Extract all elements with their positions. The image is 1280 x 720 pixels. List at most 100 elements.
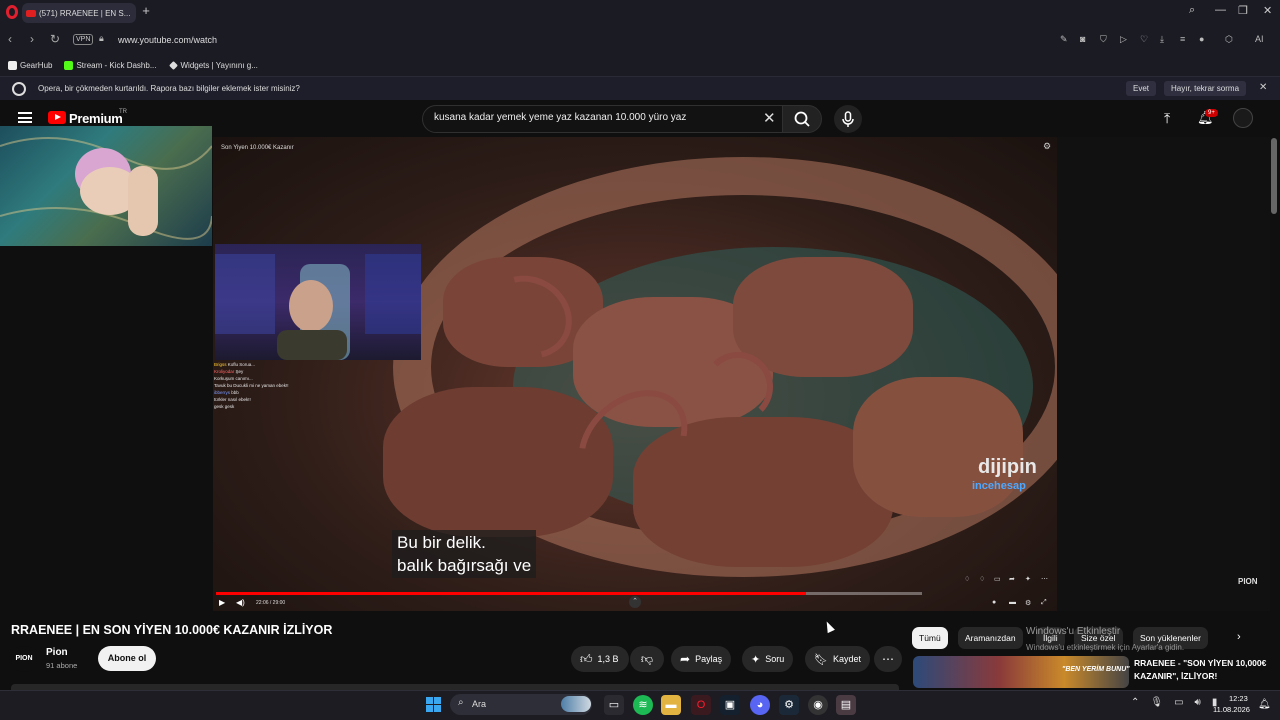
autoplay-icon[interactable]: ● — [992, 599, 996, 606]
like-button[interactable]: 👍︎ 1,3 B — [571, 646, 629, 672]
remix-overlay-icon[interactable]: ✦ — [1025, 575, 1031, 583]
profile-icon[interactable]: ● — [1199, 34, 1204, 44]
back-button[interactable]: ‹ — [8, 32, 12, 46]
app-taskbar-icon[interactable]: ▣ — [720, 695, 740, 715]
volume-icon[interactable]: ◀) — [236, 598, 245, 607]
search-query-text[interactable]: kusana kadar yemek yeme yaz kazanan 10.0… — [434, 112, 686, 123]
account-avatar[interactable] — [1233, 108, 1253, 128]
chat-username: Kroliyodar — [214, 369, 235, 374]
snapshot-icon[interactable]: ✎ — [1060, 34, 1068, 45]
bookmark-widgets[interactable]: Widgets | Yayınını g... — [168, 60, 258, 70]
chat-text: Tavuk bu Ducukli mi ne yaman ebek!! — [214, 383, 289, 388]
comment-overlay-icon[interactable]: ▭ — [994, 575, 1001, 583]
play-icon[interactable]: ▶ — [219, 598, 225, 607]
fullscreen-icon[interactable]: ⤢ — [1041, 599, 1047, 607]
lock-icon[interactable]: 🔒︎ — [99, 33, 104, 44]
page-scrollbar[interactable] — [1271, 138, 1277, 214]
taskbar-widget-icon[interactable] — [561, 696, 591, 712]
video-title: RRAENEE | EN SON YİYEN 10.000€ KAZANIR İ… — [11, 623, 333, 637]
player-icon[interactable]: ▷ — [1120, 34, 1127, 45]
handcam-image — [0, 137, 212, 240]
opera-menu-icon[interactable] — [6, 5, 18, 19]
channel-avatar[interactable]: PION — [11, 646, 37, 672]
youtube-logo-icon[interactable] — [48, 111, 66, 124]
dislike-overlay-icon[interactable]: ♢ — [979, 575, 985, 583]
search-tabs-icon[interactable]: ⌕ — [1189, 4, 1195, 17]
chip-from-search[interactable]: Aramanızdan — [958, 627, 1023, 649]
bookmark-label: Widgets | Yayınını g... — [180, 60, 258, 70]
download-icon[interactable]: ⤓ — [1160, 34, 1164, 45]
share-button[interactable]: ➦ Paylaş — [671, 646, 732, 672]
chip-all[interactable]: Tümü — [912, 627, 948, 649]
voice-search-button[interactable] — [834, 105, 862, 133]
bookmark-label: GearHub — [20, 60, 53, 70]
vpn-badge[interactable]: VPN — [73, 34, 94, 45]
shield-icon[interactable]: ⛉ — [1100, 34, 1107, 45]
crash-recovery-infobar: Opera, bir çökmeden kurtarıldı. Rapora b… — [0, 76, 1280, 100]
share-label: Paylaş — [695, 654, 723, 664]
chevron-up-icon[interactable]: ⌃ — [629, 596, 641, 608]
extensions-icon[interactable]: ⬡ — [1225, 34, 1233, 45]
obs-icon[interactable]: ◉ — [808, 695, 828, 715]
file-explorer-icon[interactable]: ▬ — [661, 695, 681, 715]
browser-tab-youtube[interactable]: (571) RRAENEE | EN S... — [22, 3, 136, 23]
youtube-premium-logo[interactable]: Premium — [69, 111, 123, 126]
taskbar-clock-date[interactable]: 11.08.2026 — [1213, 705, 1250, 714]
settings-gear-icon[interactable]: ⚙ — [1025, 599, 1031, 607]
captions-icon[interactable]: ▬ — [1009, 599, 1016, 606]
more-actions-button[interactable]: ⋯ — [874, 646, 902, 672]
save-button[interactable]: 🔖︎ Kaydet — [805, 646, 870, 672]
search-button[interactable] — [782, 105, 822, 133]
clear-search-icon[interactable]: ✕ — [763, 109, 776, 127]
chat-text: gesk gesk — [214, 404, 235, 409]
subscribe-button[interactable]: Abone ol — [98, 646, 156, 671]
restore-button[interactable]: ❐ — [1238, 4, 1248, 17]
upload-icon[interactable]: ⤒ — [1164, 110, 1170, 127]
share-overlay-icon[interactable]: ➦ — [1009, 575, 1015, 583]
opera-taskbar-icon[interactable]: O — [691, 695, 711, 715]
url-field[interactable]: www.youtube.com/watch — [118, 35, 217, 45]
video-settings-icon[interactable]: ⚙ — [1043, 141, 1051, 152]
active-app-icon[interactable]: ▤ — [836, 695, 856, 715]
chat-text: bbb — [231, 390, 239, 395]
minimize-button[interactable]: — — [1215, 4, 1226, 16]
notification-center-icon[interactable]: 🔔︎ — [1258, 699, 1271, 710]
chevron-right-icon[interactable]: › — [1237, 631, 1241, 643]
camera-icon[interactable]: ◙ — [1080, 34, 1085, 44]
forward-button[interactable]: › — [30, 32, 34, 46]
guide-menu-icon[interactable] — [18, 112, 32, 123]
ask-button[interactable]: ✦ Soru — [742, 646, 794, 672]
volume-tray-icon[interactable]: 🔊︎ — [1195, 697, 1201, 708]
video-subtitles: Bu bir delik. balık bağırsağı ve — [392, 530, 537, 578]
network-icon[interactable]: ▭ — [1174, 697, 1183, 708]
infobar-no-button[interactable]: Hayır, tekrar sorma — [1164, 81, 1247, 96]
sparkle-icon: ✦ — [751, 653, 761, 666]
like-overlay-icon[interactable]: ♢ — [964, 575, 970, 583]
menu-icon[interactable]: ≡ — [1180, 34, 1185, 44]
infobar-close-icon[interactable]: ✕ — [1259, 82, 1267, 93]
bookmark-gearhub[interactable]: GearHub — [8, 60, 53, 70]
task-view-icon[interactable]: ▭ — [604, 695, 624, 715]
chevron-up-tray-icon[interactable]: ⌃ — [1131, 697, 1139, 708]
chat-text: Koflu Sorua... — [227, 362, 256, 367]
heart-icon[interactable]: ♡ — [1140, 34, 1148, 45]
windows-start-icon[interactable] — [426, 697, 441, 712]
handcam-overlay — [0, 126, 212, 246]
dislike-button[interactable]: 👎︎ — [630, 646, 664, 672]
new-tab-button[interactable]: + — [139, 4, 153, 18]
aria-ai-icon[interactable]: AI — [1255, 34, 1264, 44]
region-code: TR — [119, 109, 127, 115]
channel-name[interactable]: Pion — [46, 647, 68, 658]
recommended-video-title[interactable]: RRAENEE - "SON YİYEN 10,000€ KAZANIR", İ… — [1134, 657, 1280, 683]
bookmark-kick[interactable]: Stream - Kick Dashb... — [64, 60, 157, 70]
reload-button[interactable]: ↻ — [50, 32, 60, 46]
discord-icon[interactable]: ◕ — [750, 695, 770, 715]
more-overlay-icon[interactable]: ⋯ — [1041, 575, 1048, 583]
microphone-tray-icon[interactable]: 🎙︎ — [1150, 697, 1163, 708]
theater-background — [1057, 137, 1270, 611]
infobar-yes-button[interactable]: Evet — [1126, 81, 1157, 96]
taskbar-clock-time[interactable]: 12:23 — [1229, 694, 1248, 703]
spotify-icon[interactable]: ≋ — [633, 695, 653, 715]
close-window-button[interactable]: ✕ — [1263, 4, 1272, 17]
steam-icon[interactable]: ⚙ — [779, 695, 799, 715]
